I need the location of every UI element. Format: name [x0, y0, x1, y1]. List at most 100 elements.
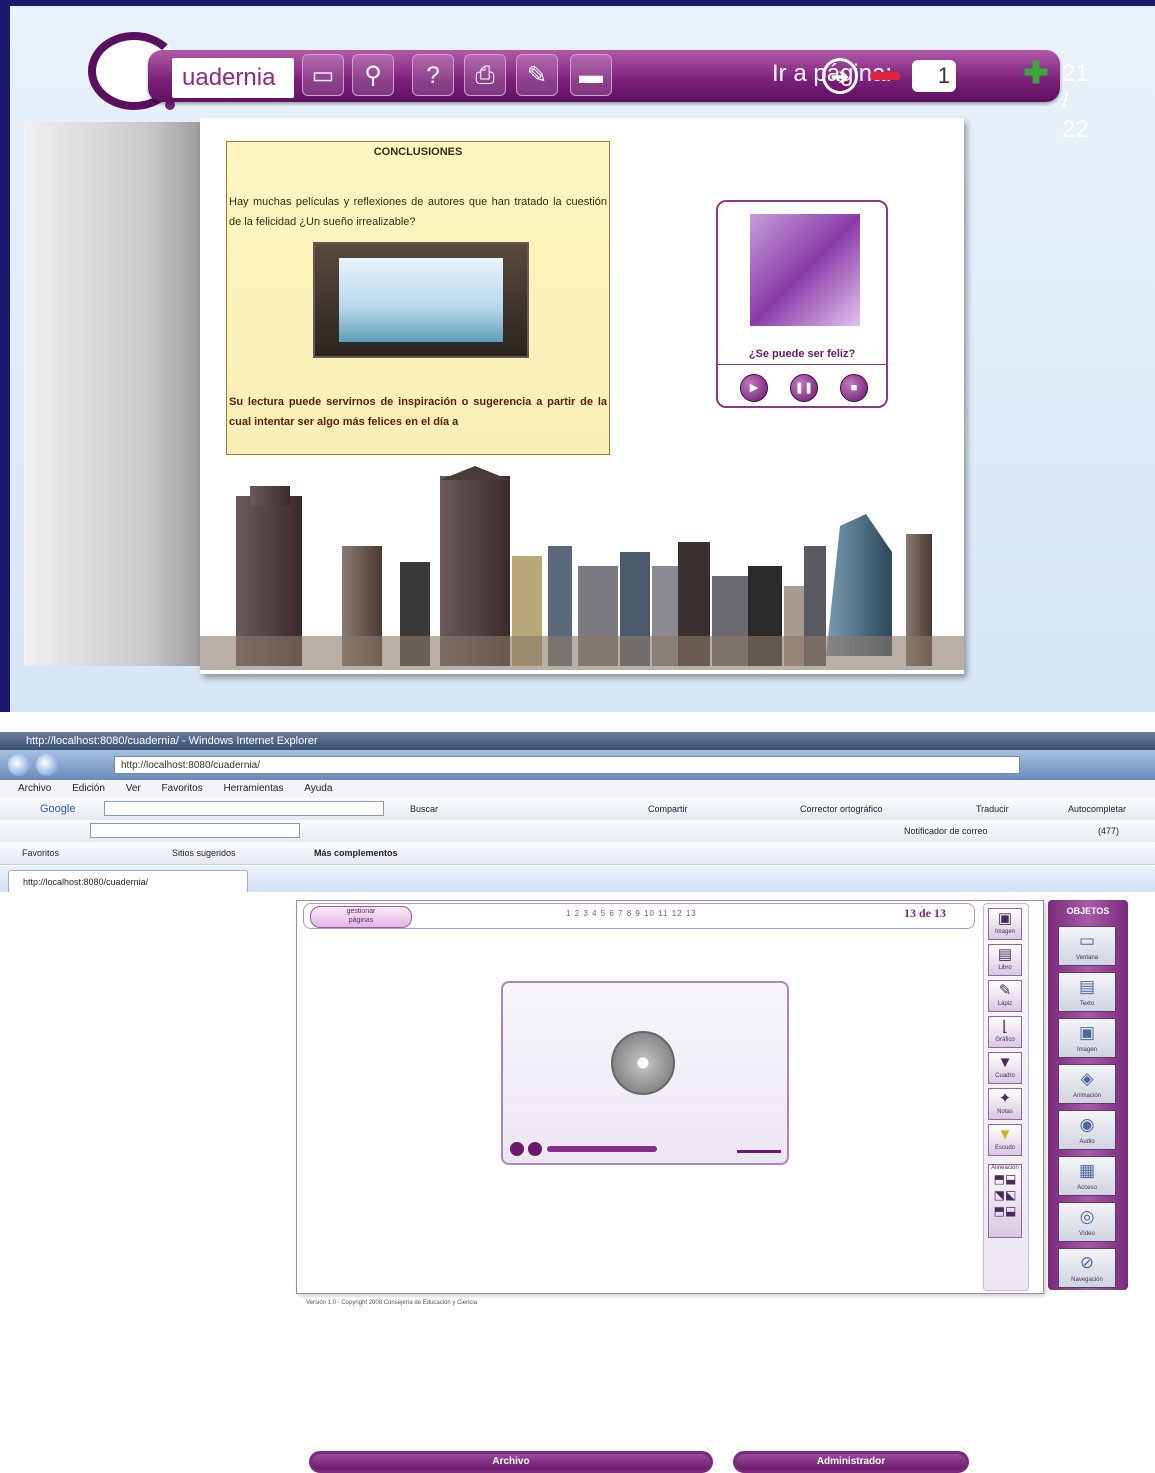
compass-icon: ⊘ [1079, 1253, 1095, 1272]
align-icon: ⬒⬓ ⬔⬕ ⬒⬓ [993, 1172, 1017, 1218]
archivo-button[interactable]: Archivo [309, 1451, 713, 1473]
box-icon: ▼ [997, 1054, 1013, 1071]
tool-notas[interactable]: ✦ Notas [988, 1088, 1022, 1120]
tool-label: Escudo [994, 1145, 1015, 1151]
tool-libro[interactable]: ▤ Libro [988, 944, 1022, 976]
video-object[interactable] [501, 981, 789, 1165]
tool-escudo[interactable]: ▼ Escudo [988, 1124, 1022, 1156]
object-label: Acceso [1077, 1185, 1097, 1191]
object-label: Texto [1079, 1001, 1095, 1007]
object-texto[interactable]: ▤ Texto [1058, 972, 1116, 1012]
objects-panel: OBJETOS ▭ Ventana ▤ Texto ▣ Imagen ◈ Animaci… [1048, 900, 1128, 1290]
object-animacion[interactable]: ◈ Animación [1058, 1064, 1116, 1104]
editor-page-bar: gestionar páginas 1 2 3 4 5 6 7 8 9 10 1… [303, 903, 975, 929]
stop-icon[interactable]: ■ [840, 374, 868, 402]
play-icon[interactable]: ▶ [740, 374, 768, 402]
access-icon: ▦ [1078, 1161, 1096, 1180]
tool-label: Libro [998, 965, 1012, 971]
toolbar-search-input[interactable] [90, 823, 300, 838]
object-label: Vídeo [1079, 1231, 1095, 1237]
tool-grafico[interactable]: ⌊ Gráfico [988, 1016, 1022, 1048]
object-label: Audio [1079, 1139, 1095, 1145]
player-controls[interactable] [507, 1141, 783, 1157]
window-icon: ▭ [1078, 931, 1096, 950]
editor-footer: Versión 1.0 - Copyright 2008 Consejería … [306, 1300, 478, 1306]
tool-lapiz[interactable]: ✎ Lápiz [988, 980, 1022, 1012]
menu-herramientas[interactable]: Herramientas [223, 783, 283, 794]
menu-edicion[interactable]: Edición [72, 783, 105, 794]
animation-icon: ◈ [1080, 1069, 1094, 1088]
text-icon: ▤ [1078, 977, 1096, 996]
menu-ayuda[interactable]: Ayuda [304, 783, 332, 794]
manage-pages-label-2: páginas [348, 917, 374, 924]
object-ventana[interactable]: ▭ Ventana [1058, 926, 1116, 966]
object-label: Animación [1072, 1093, 1101, 1099]
window-sea-image [313, 242, 529, 358]
tool-cuadro[interactable]: ▼ Cuadro [988, 1052, 1022, 1084]
page-number-input[interactable]: 1 [912, 60, 956, 92]
object-imagen[interactable]: ▣ Imagen [1058, 1018, 1116, 1058]
media-player-box: ¿Se puede ser feliz? ▶ ❚❚ ■ [716, 200, 888, 408]
google-corrector[interactable]: Corrector ortográfico [800, 798, 883, 820]
google-search-input[interactable] [104, 801, 384, 816]
tool-label: Imagen [994, 929, 1015, 935]
secondary-toolbar: Notificador de correo (477) [0, 820, 1155, 843]
manage-pages-tab[interactable]: gestionar páginas [310, 906, 412, 928]
search-icon[interactable]: ⚲ [352, 54, 394, 96]
more-addons[interactable]: Más complementos [314, 842, 398, 864]
clean-icon[interactable]: ✎ [516, 54, 558, 96]
conclusions-title: CONCLUSIONES [373, 146, 463, 158]
page-number-list[interactable]: 1 2 3 4 5 6 7 8 9 10 11 12 13 [566, 909, 697, 918]
help-icon[interactable]: ? [412, 54, 454, 96]
tab-bar: http://localhost:8080/cuadernia/ [0, 866, 1155, 892]
object-label: Ventana [1075, 955, 1099, 961]
suggested-sites[interactable]: Sitios sugeridos [172, 842, 236, 864]
monitor-icon[interactable]: ▭ [302, 54, 344, 96]
cuadernia-viewer: uadernia ▭ ⚲ ? ⎙ ✎ ▬ Ir a página: 1 ➔ 21… [0, 0, 1155, 718]
object-acceso[interactable]: ▦ Acceso [1058, 1156, 1116, 1196]
media-question: ¿Se puede ser feliz? [718, 348, 886, 365]
google-traducir[interactable]: Traducir [976, 798, 1009, 820]
tool-imagen[interactable]: ▣ Imagen [988, 908, 1022, 940]
go-arrow-icon[interactable]: ➔ [822, 58, 858, 94]
video-reel-icon: ◎ [1079, 1207, 1095, 1226]
administrador-button[interactable]: Administrador [733, 1451, 969, 1473]
google-buscar[interactable]: Buscar [410, 798, 438, 820]
plus-icon[interactable]: ✚ [1018, 58, 1054, 94]
audio-icon: ◉ [1079, 1115, 1095, 1134]
tool-column: ▣ Imagen ▤ Libro ✎ Lápiz ⌊ Gráfico ▼ Cuadro ✦… [983, 903, 1029, 1291]
book-icon[interactable]: ▬ [570, 54, 612, 96]
print-icon[interactable]: ⎙ [464, 54, 506, 96]
mail-notifier[interactable]: Notificador de correo [904, 820, 988, 842]
favorites-bar: Favoritos Sitios sugeridos Más complemen… [0, 842, 1155, 865]
active-tab[interactable]: http://localhost:8080/cuadernia/ [8, 870, 248, 892]
menu-ver[interactable]: Ver [126, 783, 141, 794]
tool-alineacion[interactable]: Alineación ⬒⬓ ⬔⬕ ⬒⬓ [988, 1164, 1022, 1238]
mail-count: (477) [1098, 826, 1120, 836]
objects-title: OBJETOS [1066, 906, 1110, 916]
google-logo: Google [40, 803, 76, 815]
object-label: Navegación [1071, 1277, 1103, 1283]
google-autocompletar[interactable]: Autocompletar [1068, 798, 1126, 820]
window-title-text: http://localhost:8080/cuadernia/ - Windo… [26, 735, 318, 747]
graph-icon: ⌊ [1002, 1018, 1008, 1035]
menu-archivo[interactable]: Archivo [18, 783, 51, 794]
back-icon[interactable] [8, 754, 30, 776]
object-video[interactable]: ◎ Vídeo [1058, 1202, 1116, 1242]
book-cover-image [750, 214, 860, 326]
minus-icon[interactable] [870, 72, 900, 80]
brand-label: uadernia [172, 58, 294, 98]
tool-label: Gráfico [995, 1037, 1015, 1043]
object-audio[interactable]: ◉ Audio [1058, 1110, 1116, 1150]
forward-icon[interactable] [36, 754, 58, 776]
menu-favoritos[interactable]: Favoritos [162, 783, 203, 794]
object-navegacion[interactable]: ⊘ Navegación [1058, 1248, 1116, 1288]
pause-icon[interactable]: ❚❚ [790, 374, 818, 402]
address-bar: http://localhost:8080/cuadernia/ [0, 750, 1155, 780]
viewer-toolbar: uadernia ▭ ⚲ ? ⎙ ✎ ▬ Ir a página: 1 ➔ 21… [148, 50, 1089, 143]
tool-label: Cuadro [995, 1073, 1015, 1079]
window-border [0, 6, 10, 718]
favorites-button[interactable]: Favoritos [22, 842, 59, 864]
url-field[interactable]: http://localhost:8080/cuadernia/ [114, 756, 1020, 774]
google-compartir[interactable]: Compartir [648, 798, 688, 820]
